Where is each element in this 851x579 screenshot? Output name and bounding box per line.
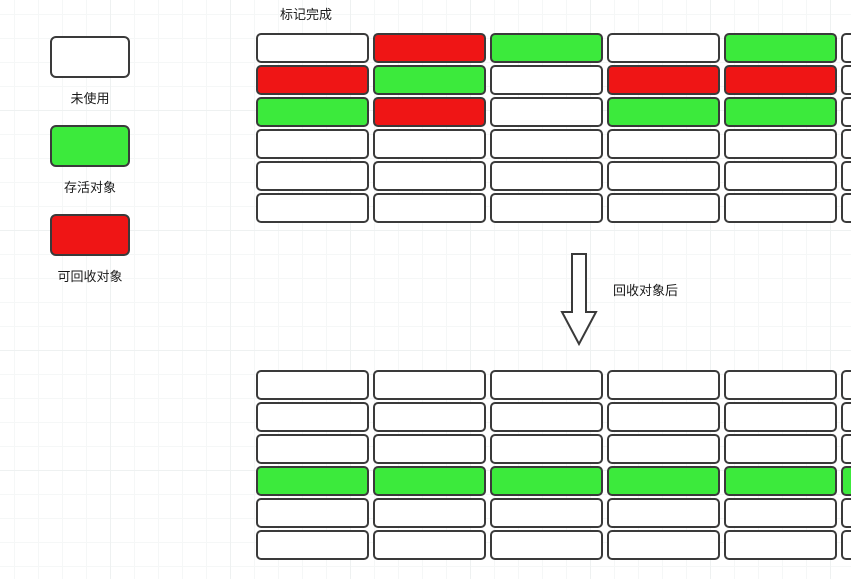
memory-cell	[490, 193, 603, 223]
legend: 未使用 存活对象 可回收对象	[30, 36, 150, 303]
memory-grid-after	[256, 370, 851, 560]
memory-cell	[841, 33, 851, 63]
memory-row	[256, 530, 851, 560]
memory-cell	[490, 129, 603, 159]
memory-cell	[490, 97, 603, 127]
memory-cell	[724, 466, 837, 496]
memory-cell	[607, 498, 720, 528]
memory-cell	[607, 161, 720, 191]
memory-cell	[256, 370, 369, 400]
swatch-unused	[50, 36, 130, 78]
memory-cell	[724, 129, 837, 159]
memory-cell	[841, 65, 851, 95]
memory-cell	[841, 193, 851, 223]
memory-cell	[256, 466, 369, 496]
memory-cell	[724, 370, 837, 400]
caption-after-collect: 回收对象后	[613, 280, 678, 299]
memory-row	[256, 370, 851, 400]
memory-cell	[841, 97, 851, 127]
memory-cell	[724, 193, 837, 223]
memory-cell	[607, 193, 720, 223]
memory-cell	[490, 434, 603, 464]
memory-cell	[841, 129, 851, 159]
memory-cell	[724, 65, 837, 95]
memory-row	[256, 434, 851, 464]
memory-cell	[373, 498, 486, 528]
memory-cell	[607, 97, 720, 127]
memory-row	[256, 466, 851, 496]
memory-cell	[607, 33, 720, 63]
memory-cell	[841, 161, 851, 191]
memory-cell	[256, 530, 369, 560]
memory-cell	[724, 498, 837, 528]
memory-cell	[490, 65, 603, 95]
memory-cell	[724, 530, 837, 560]
memory-cell	[607, 65, 720, 95]
memory-cell	[490, 370, 603, 400]
memory-cell	[841, 498, 851, 528]
memory-cell	[256, 498, 369, 528]
memory-row	[256, 33, 851, 63]
memory-cell	[607, 129, 720, 159]
legend-item-unused: 未使用	[30, 36, 150, 107]
memory-cell	[256, 65, 369, 95]
legend-item-recyclable: 可回收对象	[30, 214, 150, 285]
memory-row	[256, 193, 851, 223]
legend-label-recyclable: 可回收对象	[30, 266, 150, 285]
memory-cell	[841, 434, 851, 464]
memory-grid-before	[256, 33, 851, 223]
memory-row	[256, 161, 851, 191]
memory-cell	[256, 402, 369, 432]
memory-cell	[841, 530, 851, 560]
memory-cell	[490, 33, 603, 63]
memory-cell	[490, 498, 603, 528]
swatch-recyclable	[50, 214, 130, 256]
memory-cell	[841, 402, 851, 432]
memory-cell	[490, 466, 603, 496]
memory-cell	[373, 466, 486, 496]
memory-cell	[373, 434, 486, 464]
caption-mark-complete: 标记完成	[280, 4, 332, 23]
memory-cell	[256, 129, 369, 159]
memory-cell	[373, 193, 486, 223]
memory-cell	[724, 434, 837, 464]
memory-cell	[373, 370, 486, 400]
memory-cell	[256, 97, 369, 127]
memory-cell	[256, 161, 369, 191]
memory-cell	[373, 530, 486, 560]
memory-cell	[724, 402, 837, 432]
memory-cell	[841, 370, 851, 400]
memory-cell	[841, 466, 851, 496]
memory-cell	[607, 402, 720, 432]
memory-cell	[373, 33, 486, 63]
arrow-down-icon	[560, 252, 598, 348]
memory-cell	[724, 33, 837, 63]
memory-cell	[490, 161, 603, 191]
memory-row	[256, 97, 851, 127]
memory-cell	[724, 161, 837, 191]
memory-cell	[256, 434, 369, 464]
memory-cell	[607, 530, 720, 560]
memory-cell	[373, 402, 486, 432]
memory-cell	[373, 97, 486, 127]
memory-cell	[607, 466, 720, 496]
memory-cell	[256, 33, 369, 63]
memory-cell	[373, 129, 486, 159]
memory-row	[256, 498, 851, 528]
memory-cell	[490, 402, 603, 432]
legend-item-alive: 存活对象	[30, 125, 150, 196]
swatch-alive	[50, 125, 130, 167]
memory-row	[256, 402, 851, 432]
memory-row	[256, 65, 851, 95]
memory-cell	[373, 65, 486, 95]
memory-cell	[373, 161, 486, 191]
legend-label-unused: 未使用	[30, 88, 150, 107]
memory-row	[256, 129, 851, 159]
memory-cell	[607, 434, 720, 464]
memory-cell	[607, 370, 720, 400]
memory-cell	[256, 193, 369, 223]
memory-cell	[490, 530, 603, 560]
memory-cell	[724, 97, 837, 127]
legend-label-alive: 存活对象	[30, 177, 150, 196]
